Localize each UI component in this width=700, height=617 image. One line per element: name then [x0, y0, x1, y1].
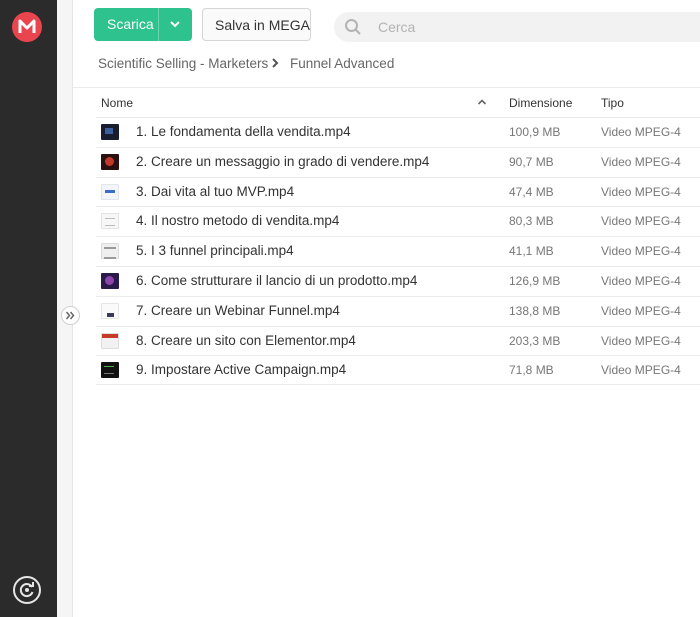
- file-size: 80,3 MB: [509, 214, 554, 229]
- file-row[interactable]: 5. I 3 funnel principali.mp4 41,1 MB Video…: [96, 236, 700, 266]
- file-type: Video MPEG-4: [601, 363, 681, 378]
- file-type: Video MPEG-4: [601, 214, 681, 229]
- search-input[interactable]: [378, 17, 678, 37]
- file-size: 71,8 MB: [509, 363, 554, 378]
- file-type: Video MPEG-4: [601, 125, 681, 139]
- header-divider: [73, 87, 700, 88]
- file-row[interactable]: 2. Creare un messaggio in grado di vende…: [96, 146, 700, 177]
- file-size: 47,4 MB: [509, 184, 554, 199]
- file-type: Video MPEG-4: [601, 333, 681, 348]
- video-thumbnail-icon: [101, 362, 119, 379]
- file-row[interactable]: 6. Come strutturare il lancio di un prod…: [96, 265, 700, 296]
- file-size: 138,8 MB: [509, 303, 561, 318]
- file-name: 8. Creare un sito con Elementor.mp4: [136, 332, 356, 348]
- save-button-label: Salva in MEGA: [215, 17, 310, 33]
- sort-ascending-icon[interactable]: [477, 98, 487, 106]
- download-button[interactable]: Scarica: [94, 8, 192, 41]
- file-name: 5. I 3 funnel principali.mp4: [136, 243, 294, 259]
- file-name: 6. Come strutturare il lancio di un prod…: [136, 272, 418, 288]
- chevron-right-icon: [271, 57, 279, 72]
- video-thumbnail-icon: [101, 332, 119, 349]
- download-button-label: Scarica: [107, 16, 154, 32]
- file-row[interactable]: 4. Il nostro metodo di vendita.mp4 80,3 M…: [96, 206, 700, 236]
- column-header-type[interactable]: Tipo: [601, 96, 624, 110]
- sync-icon[interactable]: [13, 576, 41, 604]
- save-to-mega-button[interactable]: Salva in MEGA: [202, 8, 311, 41]
- mega-logo[interactable]: [12, 12, 42, 42]
- file-size: 90,7 MB: [509, 154, 554, 169]
- file-row[interactable]: 7. Creare un Webinar Funnel.mp4 138,8 MB V…: [96, 295, 700, 326]
- file-row[interactable]: 8. Creare un sito con Elementor.mp4 203,3…: [96, 325, 700, 356]
- video-thumbnail-icon: [101, 243, 119, 260]
- file-row[interactable]: 1. Le fondamenta della vendita.mp4 100,9 …: [96, 117, 700, 147]
- file-row[interactable]: 9. Impostare Active Campaign.mp4 71,8 MB V…: [96, 355, 700, 386]
- breadcrumb-item-current[interactable]: Funnel Advanced: [290, 56, 394, 71]
- search-icon: [345, 19, 361, 35]
- file-size: 41,1 MB: [509, 244, 554, 259]
- file-type: Video MPEG-4: [601, 303, 681, 318]
- file-type: Video MPEG-4: [601, 244, 681, 259]
- video-thumbnail-icon: [101, 302, 119, 319]
- mega-m-icon: [18, 19, 36, 33]
- file-list: 1. Le fondamenta della vendita.mp4 100,9 …: [96, 117, 700, 386]
- file-size: 203,3 MB: [509, 333, 561, 348]
- file-type: Video MPEG-4: [601, 154, 681, 169]
- download-button-divider: [158, 8, 159, 41]
- file-name: 4. Il nostro metodo di vendita.mp4: [136, 213, 340, 229]
- video-thumbnail-icon: [101, 124, 119, 140]
- file-row[interactable]: 3. Dai vita al tuo MVP.mp4 47,4 MB Video M…: [96, 176, 700, 207]
- chevron-down-icon[interactable]: [169, 19, 181, 29]
- file-type: Video MPEG-4: [601, 273, 681, 288]
- video-thumbnail-icon: [101, 272, 119, 289]
- file-name: 7. Creare un Webinar Funnel.mp4: [136, 302, 340, 318]
- file-name: 3. Dai vita al tuo MVP.mp4: [136, 183, 295, 199]
- video-thumbnail-icon: [101, 213, 119, 230]
- video-thumbnail-icon: [101, 153, 119, 170]
- file-name: 9. Impostare Active Campaign.mp4: [136, 362, 347, 378]
- file-size: 100,9 MB: [509, 125, 561, 139]
- search-bar: [334, 12, 700, 42]
- file-size: 126,9 MB: [509, 273, 561, 288]
- column-header-name[interactable]: Nome: [101, 96, 133, 110]
- expand-panel-icon[interactable]: [61, 306, 80, 325]
- file-name: 1. Le fondamenta della vendita.mp4: [136, 124, 351, 139]
- video-thumbnail-icon: [101, 183, 119, 200]
- sidebar: [0, 0, 57, 617]
- file-type: Video MPEG-4: [601, 184, 681, 199]
- column-header-size[interactable]: Dimensione: [509, 96, 572, 110]
- file-name: 2. Creare un messaggio in grado di vende…: [136, 153, 430, 169]
- breadcrumb-item[interactable]: Scientific Selling - Marketers: [98, 56, 268, 71]
